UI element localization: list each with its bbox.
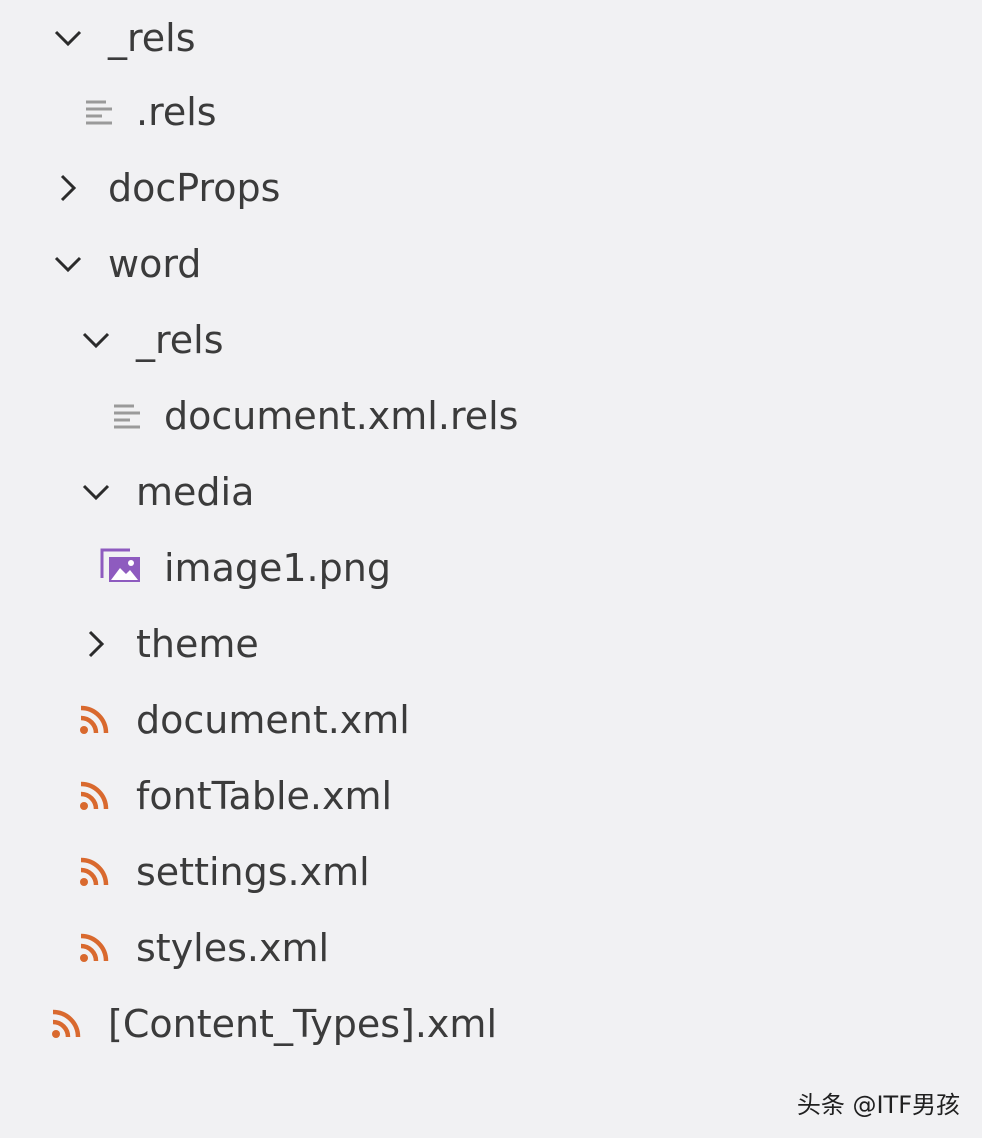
chevron-down-icon[interactable] bbox=[80, 476, 112, 508]
xml-rss-icon bbox=[50, 1008, 82, 1040]
tree-file-styles-xml[interactable]: styles.xml bbox=[0, 910, 982, 986]
xml-rss-icon bbox=[78, 780, 110, 812]
chevron-down-icon[interactable] bbox=[80, 324, 112, 356]
tree-item-label: media bbox=[136, 470, 255, 514]
tree-item-label: .rels bbox=[136, 90, 217, 134]
tree-file-rels[interactable]: .rels bbox=[0, 74, 982, 150]
tree-file-image1-png[interactable]: image1.png bbox=[0, 530, 982, 606]
tree-item-label: fontTable.xml bbox=[136, 774, 393, 818]
tree-folder-rels-root[interactable]: _rels bbox=[0, 0, 982, 76]
tree-item-label: _rels bbox=[108, 16, 196, 60]
tree-file-settings-xml[interactable]: settings.xml bbox=[0, 834, 982, 910]
chevron-down-icon[interactable] bbox=[52, 22, 84, 54]
tree-item-label: [Content_Types].xml bbox=[108, 1002, 497, 1046]
tree-item-label: document.xml bbox=[136, 698, 410, 742]
tree-item-label: word bbox=[108, 242, 202, 286]
tree-item-label: settings.xml bbox=[136, 850, 370, 894]
tree-folder-media[interactable]: media bbox=[0, 454, 982, 530]
tree-item-label: theme bbox=[136, 622, 259, 666]
tree-file-document-xml[interactable]: document.xml bbox=[0, 682, 982, 758]
tree-folder-word[interactable]: word bbox=[0, 226, 982, 302]
tree-folder-theme[interactable]: theme bbox=[0, 606, 982, 682]
image-file-icon bbox=[100, 548, 142, 584]
tree-item-label: _rels bbox=[136, 318, 224, 362]
text-file-icon bbox=[84, 96, 116, 128]
xml-rss-icon bbox=[78, 704, 110, 736]
tree-file-fonttable-xml[interactable]: fontTable.xml bbox=[0, 758, 982, 834]
text-file-icon bbox=[112, 400, 144, 432]
chevron-down-icon[interactable] bbox=[52, 248, 84, 280]
xml-rss-icon bbox=[78, 856, 110, 888]
chevron-right-icon[interactable] bbox=[52, 172, 84, 204]
chevron-right-icon[interactable] bbox=[80, 628, 112, 660]
tree-item-label: docProps bbox=[108, 166, 281, 210]
tree-item-label: image1.png bbox=[164, 546, 391, 590]
tree-folder-docprops[interactable]: docProps bbox=[0, 150, 982, 226]
watermark-text: 头条 @ITF男孩 bbox=[796, 1091, 960, 1119]
xml-rss-icon bbox=[78, 932, 110, 964]
tree-item-label: document.xml.rels bbox=[164, 394, 519, 438]
tree-folder-word-rels[interactable]: _rels bbox=[0, 302, 982, 378]
tree-item-label: styles.xml bbox=[136, 926, 330, 970]
tree-file-document-xml-rels[interactable]: document.xml.rels bbox=[0, 378, 982, 454]
tree-file-content-types-xml[interactable]: [Content_Types].xml bbox=[0, 986, 982, 1062]
file-explorer-tree: _rels .rels docProps word _rels document… bbox=[0, 0, 982, 1138]
